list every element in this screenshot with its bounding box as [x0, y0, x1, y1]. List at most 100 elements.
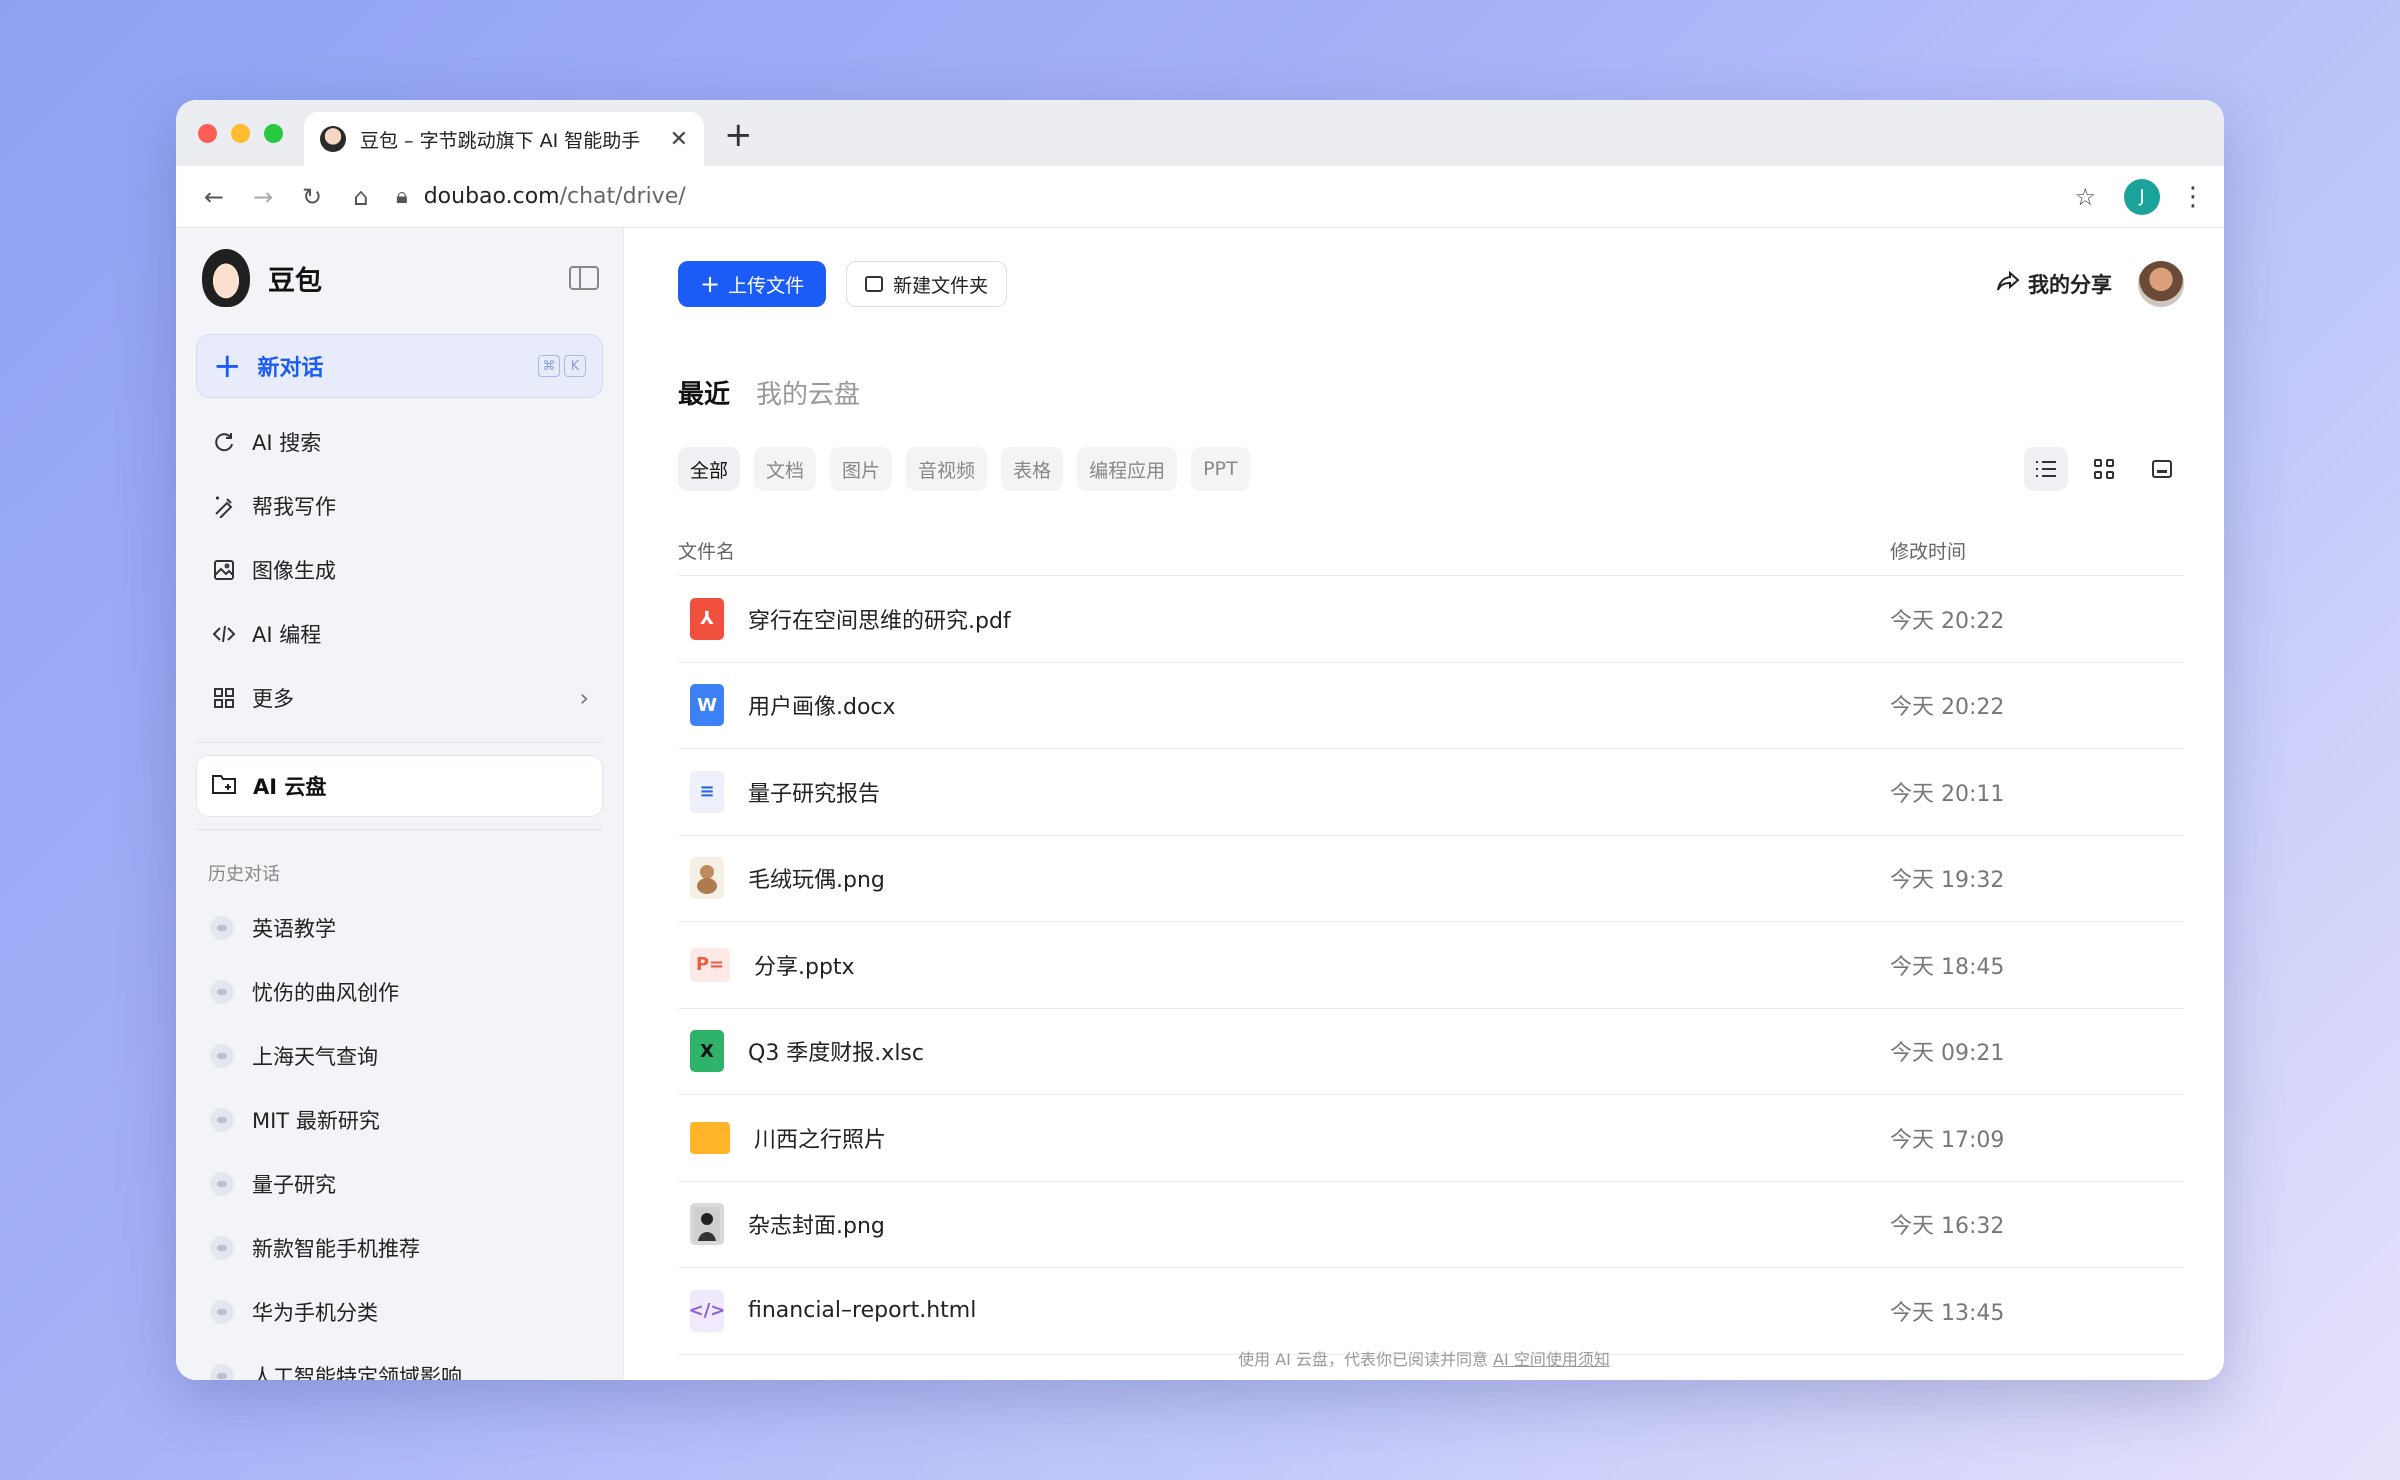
table-row[interactable]: 杂志封面.png 今天 16:32 — [678, 1182, 2184, 1268]
table-row[interactable]: W 用户画像.docx 今天 20:22 — [678, 663, 2184, 749]
column-modified[interactable]: 修改时间 — [1890, 537, 2184, 564]
tab-my-drive[interactable]: 我的云盘 — [756, 374, 860, 411]
history-item-label: 忧伤的曲风创作 — [252, 981, 399, 1005]
ppt-file-icon: P= — [690, 947, 730, 982]
sidebar-item-writing[interactable]: 帮我写作 — [196, 474, 603, 538]
column-filename[interactable]: 文件名 — [678, 537, 1890, 564]
filter-all[interactable]: 全部 — [678, 447, 741, 491]
minimize-window-button[interactable] — [231, 124, 250, 143]
sidebar-item-ai-drive[interactable]: AI 云盘 — [196, 755, 603, 817]
table-row[interactable]: ≡ 量子研究报告 今天 20:11 — [678, 749, 2184, 836]
preview-view-icon[interactable] — [2140, 447, 2184, 491]
new-chat-button[interactable]: + 新对话 ⌘ K — [196, 334, 603, 398]
file-name: 量子研究报告 — [748, 781, 881, 807]
drive-folder-icon — [211, 772, 239, 800]
new-tab-button[interactable]: + — [724, 118, 753, 152]
address-bar: ← → ↻ ⌂ 🔒︎ doubao.com/chat/drive/ ☆ J ⋮ — [176, 166, 2224, 228]
cmd-key: ⌘ — [538, 355, 560, 377]
tab-title: 豆包 – 字节跳动旗下 AI 智能助手 — [360, 129, 641, 152]
forward-icon[interactable]: → — [243, 177, 283, 217]
history-item-label: 英语教学 — [252, 917, 336, 941]
history-item[interactable]: 新款智能手机推荐 — [196, 1216, 603, 1280]
table-row[interactable]: P= 分享.pptx 今天 18:45 — [678, 922, 2184, 1009]
chat-bubble-icon — [210, 916, 234, 940]
filter-ppt[interactable]: PPT — [1191, 447, 1250, 491]
browser-menu-icon[interactable]: ⋮ — [2180, 182, 2206, 212]
sidebar-toggle-icon[interactable] — [569, 266, 599, 290]
sidebar-item-more[interactable]: 更多 › — [196, 666, 603, 730]
file-name: 用户画像.docx — [748, 695, 896, 721]
chat-bubble-icon — [210, 980, 234, 1004]
browser-window: 豆包 – 字节跳动旗下 AI 智能助手 ✕ + ← → ↻ ⌂ 🔒︎ douba… — [176, 100, 2224, 1380]
bookmark-star-icon[interactable]: ☆ — [2074, 183, 2096, 211]
chat-bubble-icon — [210, 1236, 234, 1260]
filter-sheets[interactable]: 表格 — [1001, 447, 1064, 491]
table-row[interactable]: 毛绒玩偶.png 今天 19:32 — [678, 836, 2184, 922]
grid-view-icon[interactable] — [2082, 447, 2126, 491]
magazine-cover-thumbnail-icon — [690, 1203, 724, 1246]
file-time: 今天 19:32 — [1890, 868, 2005, 894]
table-row[interactable]: ⅄ 穿行在空间思维的研究.pdf 今天 20:22 — [678, 576, 2184, 663]
filter-code-apps[interactable]: 编程应用 — [1077, 447, 1178, 491]
toolbar: + 上传文件 新建文件夹 我的分享 — [678, 228, 2184, 340]
history-item[interactable]: MIT 最新研究 — [196, 1088, 603, 1152]
sidebar-item-label: 图像生成 — [252, 559, 336, 583]
history-item[interactable]: 量子研究 — [196, 1152, 603, 1216]
history-item[interactable]: 上海天气查询 — [196, 1024, 603, 1088]
drive-tabs: 最近 我的云盘 — [678, 374, 2184, 434]
filter-media[interactable]: 音视频 — [906, 447, 988, 491]
filter-docs[interactable]: 文档 — [754, 447, 817, 491]
filter-images[interactable]: 图片 — [830, 447, 893, 491]
title-bar: 豆包 – 字节跳动旗下 AI 智能助手 ✕ + — [176, 100, 2224, 166]
chat-bubble-icon — [210, 1364, 234, 1380]
new-folder-button[interactable]: 新建文件夹 — [846, 261, 1008, 307]
profile-avatar[interactable]: J — [2124, 178, 2160, 215]
file-name: 杂志封面.png — [748, 1214, 885, 1240]
back-icon[interactable]: ← — [194, 177, 234, 217]
window-controls — [198, 124, 283, 143]
html-file-icon: </> — [689, 1289, 725, 1332]
zoom-window-button[interactable] — [264, 124, 283, 143]
table-row[interactable]: X Q3 季度财报.xlsc 今天 09:21 — [678, 1009, 2184, 1095]
folder-plus-icon — [865, 276, 884, 292]
sidebar-item-image-gen[interactable]: 图像生成 — [196, 538, 603, 602]
home-icon[interactable]: ⌂ — [341, 177, 381, 217]
user-avatar[interactable] — [2138, 261, 2184, 307]
filter-bar: 全部 文档 图片 音视频 表格 编程应用 PPT — [678, 446, 2184, 492]
tab-close-icon[interactable]: ✕ — [670, 127, 688, 152]
close-window-button[interactable] — [198, 124, 217, 143]
drive-main: + 上传文件 新建文件夹 我的分享 最近 我的云盘 全部 文档 图片 音视频 表… — [624, 228, 2224, 1380]
sidebar-item-ai-code[interactable]: AI 编程 — [196, 602, 603, 666]
reload-icon[interactable]: ↻ — [292, 177, 332, 217]
history-item[interactable]: 人工智能特定领域影响 — [196, 1344, 603, 1380]
history-item[interactable]: 华为手机分类 — [196, 1280, 603, 1344]
sidebar-menu: AI 搜索 帮我写作 图像生成 AI 编程 更多 › — [196, 410, 603, 730]
plush-toy-thumbnail-icon — [690, 857, 724, 900]
sidebar-item-label: AI 搜索 — [252, 431, 322, 455]
url-field[interactable]: 🔒︎ doubao.com/chat/drive/ — [396, 184, 2074, 209]
shortcut-hint: ⌘ K — [538, 355, 586, 377]
terms-link[interactable]: AI 空间使用须知 — [1493, 1350, 1610, 1369]
footer-note: 使用 AI 云盘，代表你已阅读并同意 AI 空间使用须知 — [624, 1346, 2224, 1370]
table-row[interactable]: </> financial–report.html 今天 13:45 — [678, 1268, 2184, 1355]
browser-tab[interactable]: 豆包 – 字节跳动旗下 AI 智能助手 ✕ — [304, 112, 704, 166]
my-share-button[interactable]: 我的分享 — [1996, 269, 2112, 299]
history-item[interactable]: 英语教学 — [196, 896, 603, 960]
pen-icon — [210, 492, 238, 520]
divider — [196, 829, 603, 830]
k-key: K — [564, 355, 586, 377]
sidebar-item-ai-search[interactable]: AI 搜索 — [196, 410, 603, 474]
tab-recent[interactable]: 最近 — [678, 374, 730, 411]
app-area: 豆包 + 新对话 ⌘ K AI 搜索 帮我写作 图像生成 AI 编程 更多 › … — [176, 228, 2224, 1380]
table-row[interactable]: 川西之行照片 今天 17:09 — [678, 1095, 2184, 1182]
chat-bubble-icon — [210, 1172, 234, 1196]
file-time: 今天 09:21 — [1890, 1041, 2005, 1067]
plus-icon: + — [700, 270, 721, 298]
list-view-icon[interactable] — [2024, 447, 2068, 491]
file-name: financial–report.html — [748, 1298, 977, 1324]
upload-file-button[interactable]: + 上传文件 — [678, 261, 827, 307]
grid-icon — [210, 684, 238, 712]
pdf-file-icon: ⅄ — [690, 597, 724, 640]
file-name: 分享.pptx — [754, 954, 855, 980]
history-item[interactable]: 忧伤的曲风创作 — [196, 960, 603, 1024]
